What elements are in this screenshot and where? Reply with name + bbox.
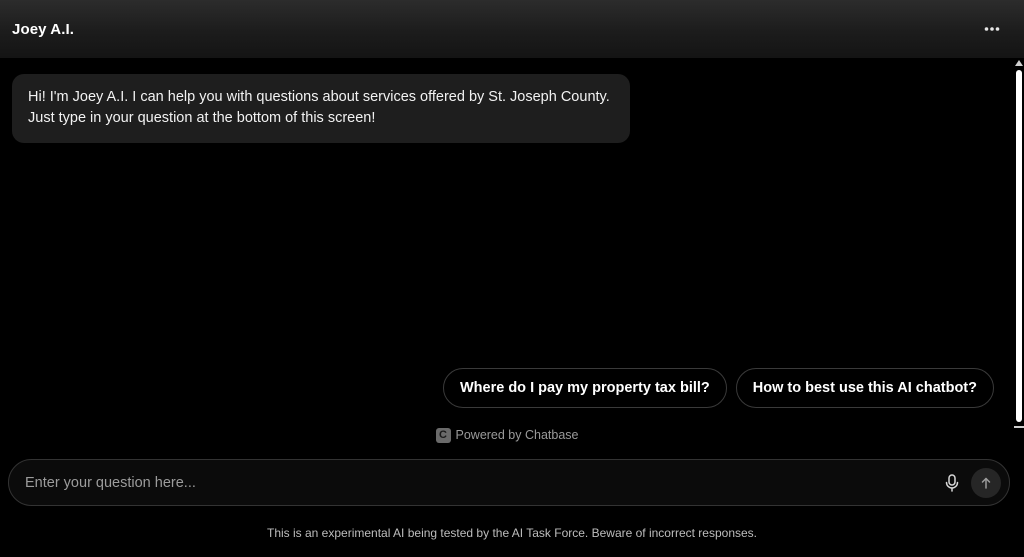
chatbase-logo-icon: C: [435, 427, 451, 443]
scrollbar[interactable]: [1014, 58, 1024, 428]
question-input[interactable]: [25, 460, 939, 505]
message-composer: [8, 459, 1010, 506]
more-options-button[interactable]: [980, 17, 1004, 41]
arrow-up-icon: [981, 477, 991, 489]
more-horizontal-icon: [984, 27, 1000, 31]
scrollbar-thumb[interactable]: [1016, 70, 1022, 422]
disclaimer-text: This is an experimental AI being tested …: [266, 526, 758, 540]
microphone-icon: [945, 473, 959, 492]
scroll-up-arrow-icon[interactable]: [1015, 60, 1023, 66]
suggestion-use-chatbot[interactable]: How to best use this AI chatbot?: [735, 368, 994, 408]
chat-header: Joey A.I.: [0, 0, 1024, 58]
chat-title: Joey A.I.: [12, 20, 75, 38]
powered-by-text: Powered by Chatbase: [455, 428, 579, 442]
chat-widget: Joey A.I. Hi! I'm Joey A.I. I can help y…: [0, 0, 1024, 557]
send-button[interactable]: [971, 467, 1001, 498]
suggested-questions: Where do I pay my property tax bill? How…: [442, 368, 994, 408]
suggestion-property-tax[interactable]: Where do I pay my property tax bill?: [442, 368, 727, 408]
powered-by-link[interactable]: C Powered by Chatbase: [0, 425, 1014, 445]
assistant-message: Hi! I'm Joey A.I. I can help you with qu…: [12, 74, 630, 143]
voice-input-button[interactable]: [939, 470, 965, 496]
scrollbar-track-end: [1014, 426, 1024, 428]
